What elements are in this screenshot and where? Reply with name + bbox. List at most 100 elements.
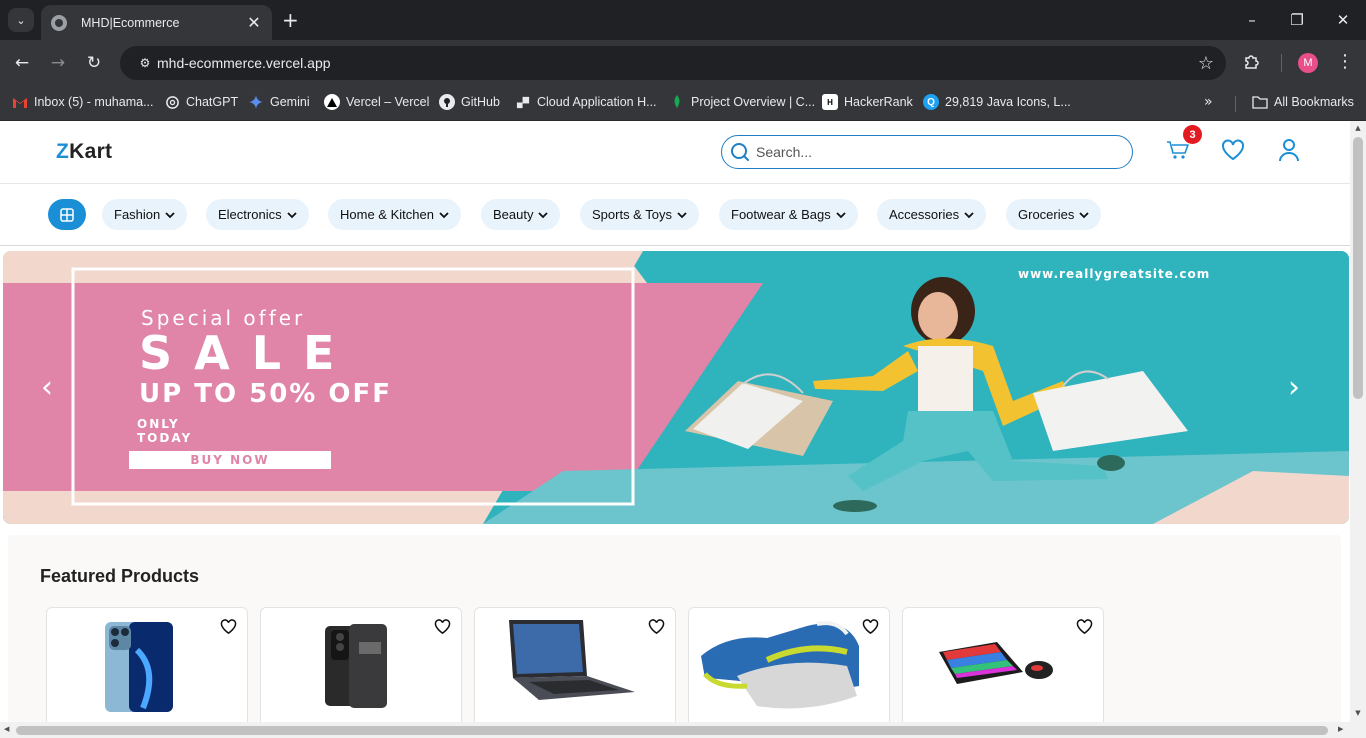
tab-title: MHD|Ecommerce <box>81 15 180 30</box>
banner-buy-now-button[interactable]: BUY NOW <box>129 451 331 469</box>
bookmark-star-icon[interactable]: ☆ <box>1198 53 1214 74</box>
category-sports-toys[interactable]: Sports & Toys <box>580 199 699 230</box>
category-electronics[interactable]: Electronics <box>206 199 309 230</box>
bookmark-item[interactable]: Project Overview | C... <box>669 94 815 110</box>
new-tab-button[interactable]: + <box>282 8 299 32</box>
category-footwear-bags[interactable]: Footwear & Bags <box>719 199 858 230</box>
bookmark-item[interactable]: Vercel – Vercel <box>324 94 429 110</box>
product-card[interactable] <box>46 607 248 722</box>
active-tab[interactable]: MHD|Ecommerce ✕ <box>41 5 272 40</box>
toolbar-divider <box>1281 54 1282 72</box>
browser-tabbar: ⌄ MHD|Ecommerce ✕ + – ❐ ✕ <box>0 0 1366 40</box>
tab-search-button[interactable]: ⌄ <box>8 8 34 32</box>
user-account-icon[interactable] <box>1276 137 1302 163</box>
category-label: Sports & Toys <box>592 207 672 222</box>
keyboard-mouse-image <box>939 642 1053 684</box>
category-label: Electronics <box>218 207 282 222</box>
wishlist-heart-icon[interactable] <box>434 618 451 635</box>
laptop-image <box>509 620 635 700</box>
logo-z: Z <box>56 140 70 163</box>
bookmark-item[interactable]: Gemini <box>248 94 310 110</box>
wishlist-heart-icon[interactable] <box>1076 618 1093 635</box>
wishlist-heart-icon[interactable] <box>1220 137 1246 163</box>
chevron-down-icon <box>165 211 175 218</box>
tab-close-icon[interactable]: ✕ <box>246 13 262 32</box>
scroll-down-icon[interactable]: ▼ <box>1353 709 1363 717</box>
product-card[interactable] <box>688 607 890 722</box>
folder-icon <box>1252 94 1268 110</box>
category-fashion[interactable]: Fashion <box>102 199 188 230</box>
bookmark-item[interactable]: Inbox (5) - muhama... <box>12 94 154 110</box>
hackerrank-icon: H <box>822 94 838 110</box>
chevron-down-icon <box>1079 211 1089 218</box>
cloud-icon <box>515 94 531 110</box>
bookmark-label: Inbox (5) - muhama... <box>34 95 154 109</box>
browser-toolbar: ← → ↻ ⚙ mhd-ecommerce.vercel.app ☆ M ⋮ <box>0 40 1366 86</box>
address-bar[interactable]: ⚙ mhd-ecommerce.vercel.app ☆ <box>120 46 1226 80</box>
all-categories-button[interactable] <box>48 199 86 230</box>
vertical-scroll-thumb[interactable] <box>1353 137 1363 399</box>
reload-button[interactable]: ↻ <box>83 52 105 74</box>
restore-button[interactable]: ❐ <box>1282 8 1312 32</box>
search-input[interactable] <box>756 144 1116 160</box>
scroll-left-icon[interactable]: ◀ <box>4 725 9 733</box>
wishlist-heart-icon[interactable] <box>648 618 665 635</box>
category-label: Groceries <box>1018 207 1075 222</box>
cart-count-badge: 3 <box>1183 125 1202 144</box>
carousel-prev-arrow-icon[interactable]: ‹ <box>41 373 53 403</box>
gmail-icon <box>12 94 28 110</box>
bookmark-item[interactable]: GitHub <box>439 94 500 110</box>
window-close-button[interactable]: ✕ <box>1328 8 1358 32</box>
scroll-right-icon[interactable]: ▶ <box>1338 725 1343 733</box>
category-beauty[interactable]: Beauty <box>481 199 561 230</box>
minimize-button[interactable]: – <box>1237 8 1267 32</box>
search-box[interactable] <box>721 135 1133 169</box>
product-card[interactable] <box>474 607 676 722</box>
product-card[interactable] <box>902 607 1104 722</box>
bookmarks-overflow-icon[interactable]: » <box>1204 94 1213 110</box>
profile-avatar[interactable]: M <box>1298 53 1318 73</box>
bookmark-item[interactable]: ChatGPT <box>164 94 238 110</box>
url-text[interactable]: mhd-ecommerce.vercel.app <box>157 55 1198 71</box>
site-info-icon[interactable]: ⚙ <box>130 56 160 70</box>
category-home-kitchen[interactable]: Home & Kitchen <box>328 199 461 230</box>
chevron-down-icon <box>964 211 974 218</box>
vercel-icon <box>324 94 340 110</box>
forward-button[interactable]: → <box>47 52 69 74</box>
horizontal-scroll-thumb[interactable] <box>16 726 1328 735</box>
vertical-scrollbar[interactable]: ▲ ▼ <box>1350 121 1366 722</box>
bookmark-item[interactable]: Q 29,819 Java Icons, L... <box>923 94 1071 110</box>
hero-banner[interactable]: Special offer SALE UP TO 50% OFF ONLY TOD… <box>3 251 1349 524</box>
carousel-next-arrow-icon[interactable]: › <box>1288 373 1300 403</box>
sneaker-image <box>701 621 859 709</box>
gemini-icon <box>248 94 264 110</box>
product-card[interactable] <box>260 607 462 722</box>
category-label: Footwear & Bags <box>731 207 831 222</box>
grid-icon <box>60 207 74 222</box>
banner-discount-text: UP TO 50% OFF <box>139 379 393 409</box>
bookmark-item[interactable]: Cloud Application H... <box>515 94 657 110</box>
chevron-down-icon <box>836 211 846 218</box>
logo-text: Kart <box>69 140 113 163</box>
bookmarks-bar: Inbox (5) - muhama... ChatGPT Gemini Ver… <box>0 86 1366 121</box>
search-icon <box>731 143 749 161</box>
chevron-down-icon <box>439 211 449 218</box>
all-bookmarks-button[interactable]: All Bookmarks <box>1252 94 1354 110</box>
category-label: Home & Kitchen <box>340 207 434 222</box>
mongodb-icon <box>669 94 685 110</box>
scroll-up-icon[interactable]: ▲ <box>1353 124 1363 132</box>
back-button[interactable]: ← <box>11 52 33 74</box>
browser-menu-icon[interactable]: ⋮ <box>1336 51 1354 72</box>
site-logo[interactable]: ZKart <box>56 140 112 164</box>
iconscout-icon: Q <box>923 94 939 110</box>
category-accessories[interactable]: Accessories <box>877 199 987 230</box>
wishlist-heart-icon[interactable] <box>220 618 237 635</box>
page-viewport: ZKart 3 Fashion Electronics Home & Kitch… <box>0 121 1350 722</box>
horizontal-scrollbar[interactable]: ◀ ▶ <box>0 722 1366 738</box>
iphone-image <box>105 622 173 712</box>
bookmark-label: Gemini <box>270 95 310 109</box>
bookmark-item[interactable]: H HackerRank <box>822 94 913 110</box>
category-groceries[interactable]: Groceries <box>1006 199 1102 230</box>
chatgpt-icon <box>164 94 180 110</box>
extensions-icon[interactable] <box>1243 52 1261 74</box>
